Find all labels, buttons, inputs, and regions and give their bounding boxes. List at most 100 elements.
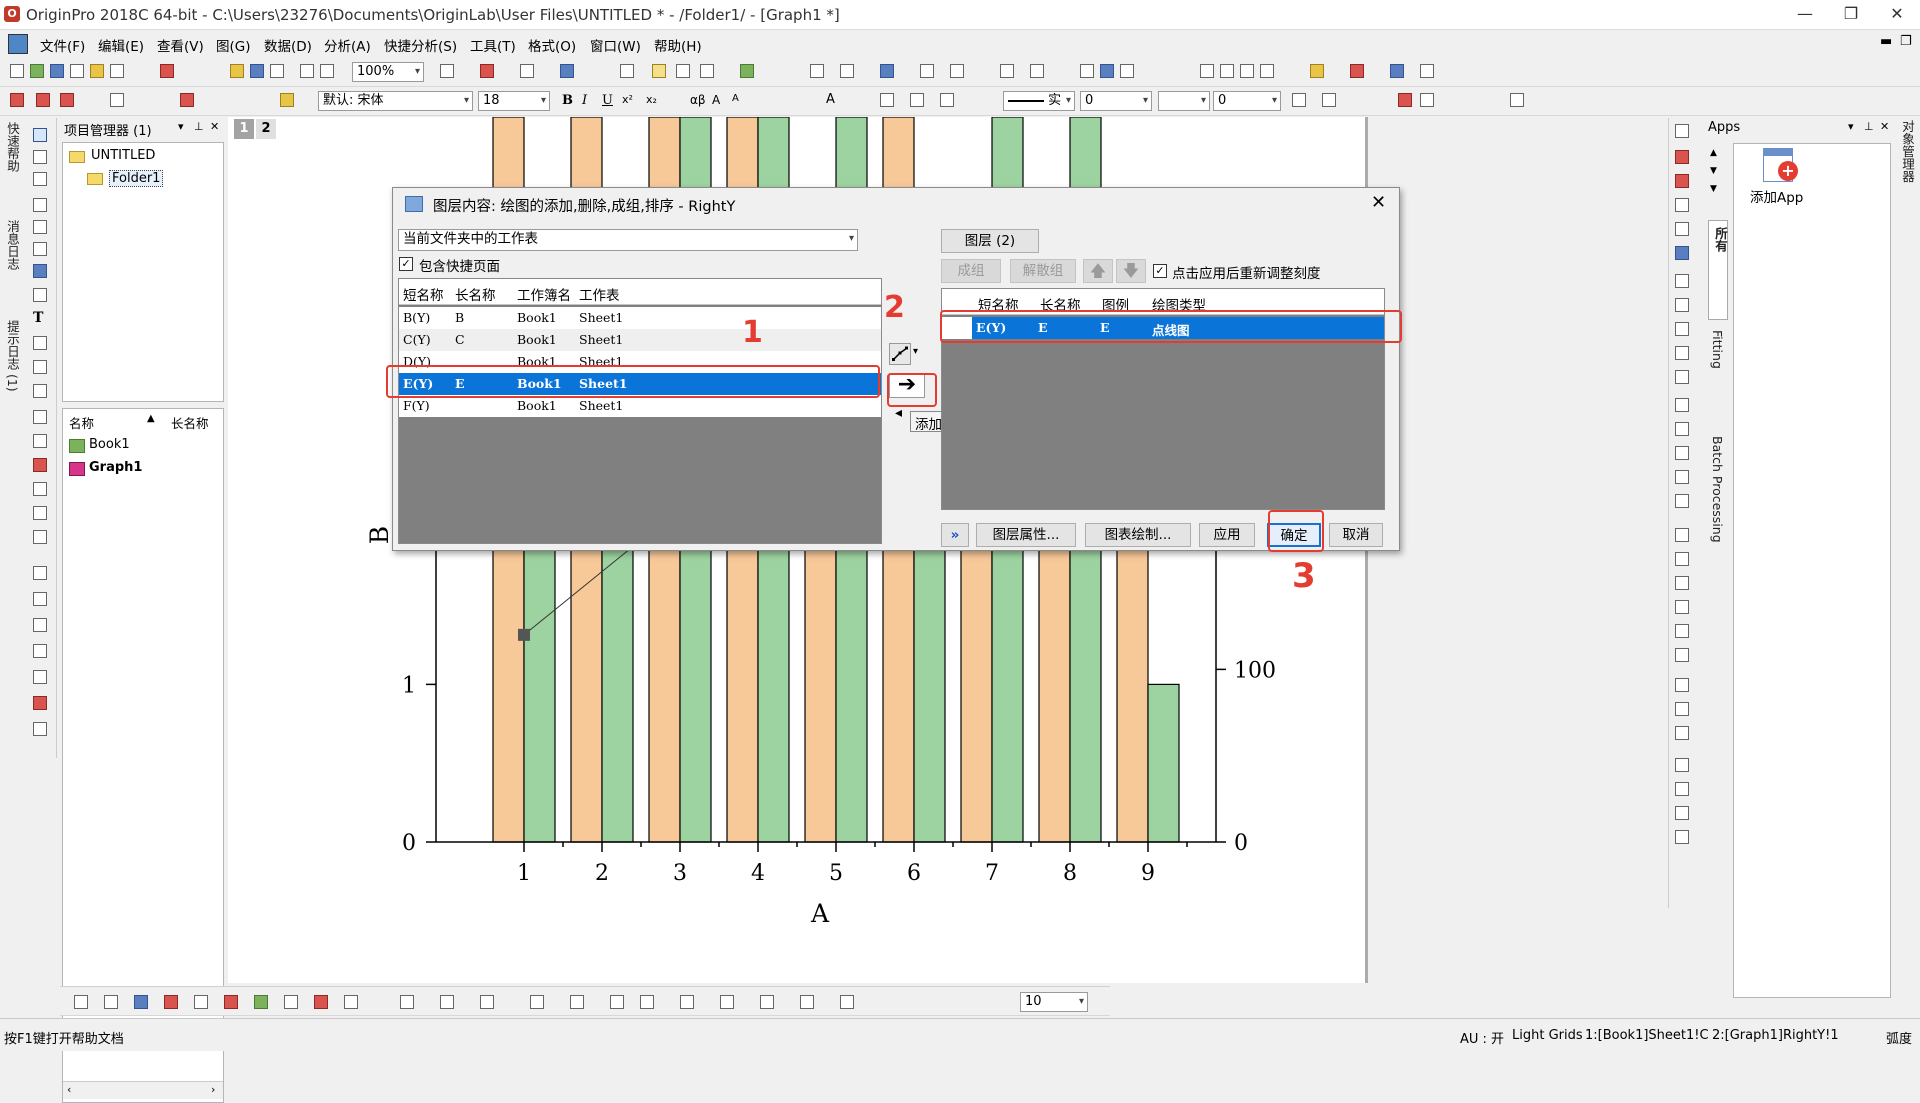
apps-expand-icon[interactable]: ▼ bbox=[1710, 184, 1717, 194]
paste-format-icon[interactable] bbox=[280, 93, 294, 107]
pin-icon[interactable]: ⊥ bbox=[1864, 120, 1874, 133]
screen-reader-icon[interactable] bbox=[33, 198, 47, 212]
add-columns-icon[interactable] bbox=[36, 93, 50, 107]
region-tool-icon[interactable] bbox=[33, 288, 47, 302]
plot-type-button[interactable] bbox=[889, 343, 911, 365]
filter-clear-icon[interactable] bbox=[1030, 64, 1044, 78]
apps-icon[interactable] bbox=[740, 64, 754, 78]
column-properties-icon[interactable] bbox=[180, 93, 194, 107]
add-app-label[interactable]: 添加App bbox=[1750, 186, 1803, 206]
hint-log-tab[interactable]: 提示日志 (1) bbox=[3, 320, 22, 392]
column-plot-icon[interactable] bbox=[164, 995, 178, 1009]
merge-graphs-icon[interactable] bbox=[1675, 346, 1689, 360]
new-graph-icon[interactable] bbox=[50, 64, 64, 78]
insert-equation-icon[interactable] bbox=[33, 530, 47, 544]
zoom-out-tool-icon[interactable] bbox=[33, 172, 47, 186]
panel-close-icon[interactable]: ✕ bbox=[1880, 120, 1889, 133]
scroll-left-icon[interactable]: ‹ bbox=[67, 1083, 71, 1096]
menu-tools[interactable]: 工具(T) bbox=[470, 35, 516, 55]
list-item-graph1[interactable]: Graph1 bbox=[89, 460, 142, 475]
worksheet-row[interactable]: F(Y) Book1 Sheet1 bbox=[399, 395, 881, 417]
apps-scroll-down-icon[interactable]: ▼ bbox=[1710, 166, 1717, 176]
perspective-icon[interactable] bbox=[760, 995, 774, 1009]
set-x-icon[interactable] bbox=[1080, 64, 1094, 78]
col-header-short-name[interactable]: 短名称 bbox=[403, 284, 444, 304]
close-button[interactable]: ✕ bbox=[1874, 0, 1920, 30]
source-select[interactable]: 当前文件夹中的工作表 bbox=[398, 229, 858, 251]
3d-bar-icon[interactable] bbox=[400, 995, 414, 1009]
menu-data[interactable]: 数据(D) bbox=[264, 35, 312, 55]
mdi-minimize-icon[interactable]: ▬ bbox=[1880, 34, 1892, 49]
line-symbol-icon[interactable] bbox=[134, 995, 148, 1009]
fill-color-icon[interactable] bbox=[880, 93, 894, 107]
layer-management-icon[interactable] bbox=[700, 64, 714, 78]
add-inset-icon[interactable] bbox=[1675, 322, 1689, 336]
menu-edit[interactable]: 编辑(E) bbox=[98, 35, 144, 55]
distribute-h-icon[interactable] bbox=[1675, 528, 1689, 542]
menu-quick-analysis[interactable]: 快捷分析(S) bbox=[384, 35, 457, 55]
tree-root-untitled[interactable]: UNTITLED bbox=[91, 148, 155, 163]
line-plot-icon[interactable] bbox=[74, 995, 88, 1009]
line-color-icon[interactable] bbox=[910, 93, 924, 107]
flip-h-icon[interactable] bbox=[1675, 758, 1689, 772]
menu-graph[interactable]: 图(G) bbox=[216, 35, 251, 55]
mask-tool-icon[interactable] bbox=[33, 458, 47, 472]
align-bottom-icon[interactable] bbox=[1675, 470, 1689, 484]
col-header-worksheet[interactable]: 工作表 bbox=[579, 284, 620, 304]
point-series3-1[interactable] bbox=[518, 628, 530, 641]
text-tool-icon[interactable]: T bbox=[33, 310, 43, 326]
fit-page-icon[interactable] bbox=[1675, 830, 1689, 844]
results-log-icon[interactable] bbox=[620, 64, 634, 78]
menu-file[interactable]: 文件(F) bbox=[40, 35, 85, 55]
increase-font-icon[interactable]: A bbox=[712, 93, 720, 107]
timestamp-icon[interactable] bbox=[33, 670, 47, 684]
fill-column-icon[interactable] bbox=[60, 93, 74, 107]
3d-contour-icon[interactable] bbox=[570, 995, 584, 1009]
export-icon[interactable] bbox=[320, 64, 334, 78]
rectangle-tool-icon[interactable] bbox=[33, 410, 47, 424]
layer-selector-button[interactable]: 图层 (2) bbox=[941, 229, 1039, 253]
legend-tool-icon[interactable] bbox=[33, 618, 47, 632]
italic-icon[interactable]: I bbox=[582, 93, 587, 108]
rescale-checkbox[interactable]: ✓ bbox=[1153, 264, 1167, 278]
crop-icon[interactable] bbox=[1675, 806, 1689, 820]
pin-icon[interactable]: ⊥ bbox=[194, 120, 204, 133]
align-right-icon[interactable] bbox=[1675, 422, 1689, 436]
rescale-z-icon[interactable] bbox=[1675, 198, 1689, 212]
line-width-select[interactable]: 0 bbox=[1080, 91, 1152, 111]
new-project-icon[interactable] bbox=[10, 64, 24, 78]
sort-icon[interactable] bbox=[840, 64, 854, 78]
set-z-icon[interactable] bbox=[1120, 64, 1134, 78]
quick-help-tab[interactable]: 快速帮助 bbox=[3, 122, 22, 172]
line-tool-icon[interactable] bbox=[33, 384, 47, 398]
menu-analysis[interactable]: 分析(A) bbox=[324, 35, 371, 55]
horizontal-scrollbar[interactable]: ‹ › bbox=[63, 1081, 223, 1099]
refresh-icon[interactable] bbox=[440, 64, 454, 78]
contour-icon[interactable] bbox=[224, 995, 238, 1009]
code-builder-icon[interactable] bbox=[520, 64, 534, 78]
same-width-icon[interactable] bbox=[1675, 576, 1689, 590]
color-scale-icon[interactable] bbox=[33, 592, 47, 606]
move-3d-icon[interactable] bbox=[800, 995, 814, 1009]
same-height-icon[interactable] bbox=[1675, 600, 1689, 614]
apps-scroll-up-icon[interactable]: ▲ bbox=[1710, 148, 1720, 158]
move-up-button[interactable]: 🡅 bbox=[1083, 259, 1113, 283]
rotation-step-select[interactable]: 10 bbox=[1020, 992, 1088, 1012]
dialog-close-icon[interactable]: ✕ bbox=[1371, 192, 1386, 213]
minimize-button[interactable]: — bbox=[1782, 0, 1828, 30]
bar-series1-9[interactable] bbox=[1116, 526, 1149, 843]
add-column-icon[interactable] bbox=[1310, 64, 1324, 78]
greek-icon[interactable]: αβ bbox=[690, 93, 706, 107]
align-left-icon[interactable] bbox=[1675, 398, 1689, 412]
bar-series2-9[interactable] bbox=[1147, 683, 1180, 843]
apps-tab-all[interactable]: 所有 bbox=[1708, 220, 1728, 320]
apps-tab-batch-processing[interactable]: Batch Processing bbox=[1708, 430, 1728, 570]
draw-data-icon[interactable] bbox=[33, 264, 47, 278]
histogram-icon[interactable] bbox=[950, 64, 964, 78]
group-button[interactable]: 成组 bbox=[941, 259, 1001, 283]
add-top-x-icon[interactable] bbox=[1675, 274, 1689, 288]
extract-layers-icon[interactable] bbox=[1675, 370, 1689, 384]
line-color2-icon[interactable] bbox=[940, 93, 954, 107]
menu-view[interactable]: 查看(V) bbox=[157, 35, 204, 55]
add-right-y-icon[interactable] bbox=[1675, 298, 1689, 312]
